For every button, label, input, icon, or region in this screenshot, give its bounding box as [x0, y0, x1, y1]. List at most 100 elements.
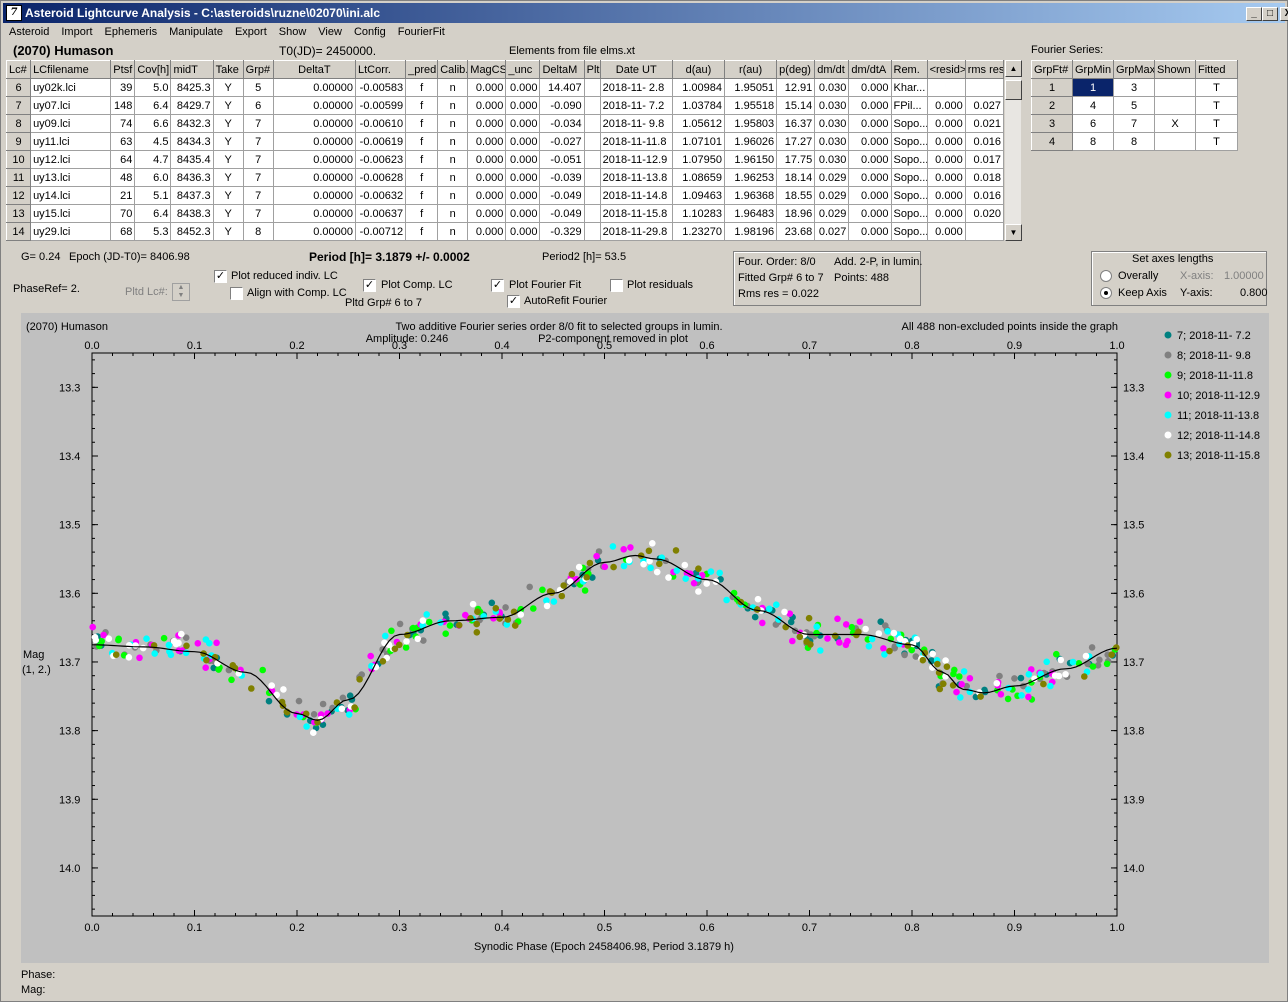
menu-ephemeris[interactable]: Ephemeris: [99, 24, 164, 38]
table-cell[interactable]: 16.37: [776, 114, 816, 133]
fourier-cell[interactable]: 3: [1113, 78, 1155, 97]
menu-asteroid[interactable]: Asteroid: [3, 24, 55, 38]
table-cell[interactable]: -0.00632: [354, 186, 407, 205]
column-header[interactable]: r(au): [724, 60, 778, 79]
table-cell[interactable]: 18.96: [776, 204, 816, 223]
table-cell[interactable]: 0.00000: [272, 222, 356, 241]
table-cell[interactable]: Y: [212, 222, 244, 241]
table-cell[interactable]: -0.00628: [354, 168, 407, 187]
row-header[interactable]: 14: [5, 222, 32, 241]
table-row[interactable]: 6 uy02k.lci 39 5.0 8425.3 Y 5 0.00000 -0.00583 f n…: [5, 78, 1005, 97]
table-row[interactable]: 7 uy07.lci 148 6.4 8429.7 Y 6 0.00000 -0.00599 f n…: [5, 96, 1005, 115]
table-cell[interactable]: n: [437, 114, 469, 133]
table-row[interactable]: 14 uy29.lci 68 5.3 8452.3 Y 8 0.00000 -0.00712 f n…: [5, 222, 1005, 241]
table-cell[interactable]: f: [405, 222, 439, 241]
table-cell[interactable]: Sopo...: [890, 150, 928, 169]
close-button[interactable]: X: [1280, 7, 1288, 21]
table-cell[interactable]: 8437.3: [170, 186, 214, 205]
table-cell[interactable]: 8432.3: [170, 114, 214, 133]
table-cell[interactable]: 1.95518: [724, 96, 778, 115]
table-cell[interactable]: Sopo...: [890, 222, 928, 241]
row-header[interactable]: 9: [5, 132, 32, 151]
table-cell[interactable]: 0.018: [964, 168, 1005, 187]
column-header[interactable]: Take: [212, 60, 244, 79]
table-cell[interactable]: 6: [242, 96, 274, 115]
table-cell[interactable]: 39: [110, 78, 136, 97]
fourier-cell[interactable]: T: [1195, 96, 1238, 115]
column-header[interactable]: Cov[h]: [134, 60, 172, 79]
table-row[interactable]: 10 uy12.lci 64 4.7 8435.4 Y 7 0.00000 -0.00623 f n…: [5, 150, 1005, 169]
lightcurve-chart[interactable]: 0.00.00.10.10.20.20.30.30.40.40.50.50.60…: [21, 313, 1269, 963]
fourier-row-header[interactable]: 3: [1031, 114, 1073, 133]
table-cell[interactable]: [583, 204, 601, 223]
table-cell[interactable]: 5.3: [134, 222, 172, 241]
column-header[interactable]: DeltaM: [539, 60, 585, 79]
table-cell[interactable]: n: [437, 78, 469, 97]
column-header[interactable]: Plt: [583, 60, 601, 79]
overally-radio[interactable]: [1100, 270, 1112, 282]
row-header[interactable]: 7: [5, 96, 32, 115]
table-cell[interactable]: 1.09463: [671, 186, 726, 205]
table-cell[interactable]: -0.00623: [354, 150, 407, 169]
menu-manipulate[interactable]: Manipulate: [163, 24, 229, 38]
table-cell[interactable]: 2018-11- 2.8: [599, 78, 673, 97]
yaxis-value[interactable]: 0.800: [1240, 287, 1268, 299]
table-cell[interactable]: 0.000: [505, 132, 541, 151]
column-header[interactable]: _unc: [505, 60, 541, 79]
table-cell[interactable]: 8: [242, 222, 274, 241]
table-cell[interactable]: [583, 222, 601, 241]
table-cell[interactable]: uy13.lci: [30, 168, 112, 187]
fourier-cell[interactable]: T: [1195, 132, 1238, 151]
table-cell[interactable]: f: [405, 132, 439, 151]
table-cell[interactable]: 2018-11-12.9: [599, 150, 673, 169]
table-cell[interactable]: -0.027: [539, 132, 585, 151]
table-cell[interactable]: 1.95051: [724, 78, 778, 97]
table-cell[interactable]: 0.000: [505, 150, 541, 169]
table-cell[interactable]: [583, 96, 601, 115]
table-cell[interactable]: 18.55: [776, 186, 816, 205]
table-cell[interactable]: Sopo...: [890, 168, 928, 187]
table-cell[interactable]: n: [437, 186, 469, 205]
table-cell[interactable]: uy29.lci: [30, 222, 112, 241]
table-cell[interactable]: 8436.3: [170, 168, 214, 187]
table-cell[interactable]: 0.027: [964, 96, 1005, 115]
autorefit-checkbox[interactable]: ✓: [507, 295, 520, 308]
table-cell[interactable]: 15.14: [776, 96, 816, 115]
table-cell[interactable]: 0.000: [467, 78, 507, 97]
table-row[interactable]: 12 uy14.lci 21 5.1 8437.3 Y 7 0.00000 -0.00632 f n…: [5, 186, 1005, 205]
table-cell[interactable]: 0.00000: [272, 132, 356, 151]
fourier-row-header[interactable]: 4: [1031, 132, 1073, 151]
column-header[interactable]: Ptsf: [110, 60, 136, 79]
table-cell[interactable]: 1.96026: [724, 132, 778, 151]
table-cell[interactable]: 64: [110, 150, 136, 169]
table-cell[interactable]: 0.000: [848, 114, 892, 133]
column-header[interactable]: rms res: [964, 60, 1005, 79]
table-cell[interactable]: 0.000: [467, 114, 507, 133]
table-cell[interactable]: 0.00000: [272, 186, 356, 205]
table-cell[interactable]: 0.030: [814, 96, 850, 115]
fourier-series-table[interactable]: GrpFt# GrpMin GrpMax Shown Fitted 1 1 3 T 2 4 5 T 3 6 7…: [1031, 60, 1238, 151]
table-cell[interactable]: 0.000: [467, 204, 507, 223]
table-cell[interactable]: n: [437, 222, 469, 241]
table-cell[interactable]: -0.051: [539, 150, 585, 169]
table-cell[interactable]: 0.000: [848, 204, 892, 223]
fourier-column-header[interactable]: GrpFt#: [1031, 60, 1073, 79]
table-cell[interactable]: Y: [212, 204, 244, 223]
table-cell[interactable]: -0.049: [539, 204, 585, 223]
table-cell[interactable]: Sopo...: [890, 204, 928, 223]
table-cell[interactable]: f: [405, 186, 439, 205]
table-cell[interactable]: 2018-11-11.8: [599, 132, 673, 151]
fourier-row[interactable]: 488T: [1031, 132, 1238, 151]
table-cell[interactable]: [583, 114, 601, 133]
table-cell[interactable]: 1.10283: [671, 204, 726, 223]
column-header[interactable]: Rem.: [890, 60, 928, 79]
table-cell[interactable]: 14.407: [539, 78, 585, 97]
table-cell[interactable]: 0.000: [926, 186, 966, 205]
table-cell[interactable]: 1.08659: [671, 168, 726, 187]
fourier-cell[interactable]: [1154, 96, 1196, 115]
table-cell[interactable]: 0.000: [467, 168, 507, 187]
table-cell[interactable]: 68: [110, 222, 136, 241]
column-header[interactable]: <resid>: [926, 60, 966, 79]
table-cell[interactable]: 0.030: [814, 150, 850, 169]
table-cell[interactable]: 1.96253: [724, 168, 778, 187]
